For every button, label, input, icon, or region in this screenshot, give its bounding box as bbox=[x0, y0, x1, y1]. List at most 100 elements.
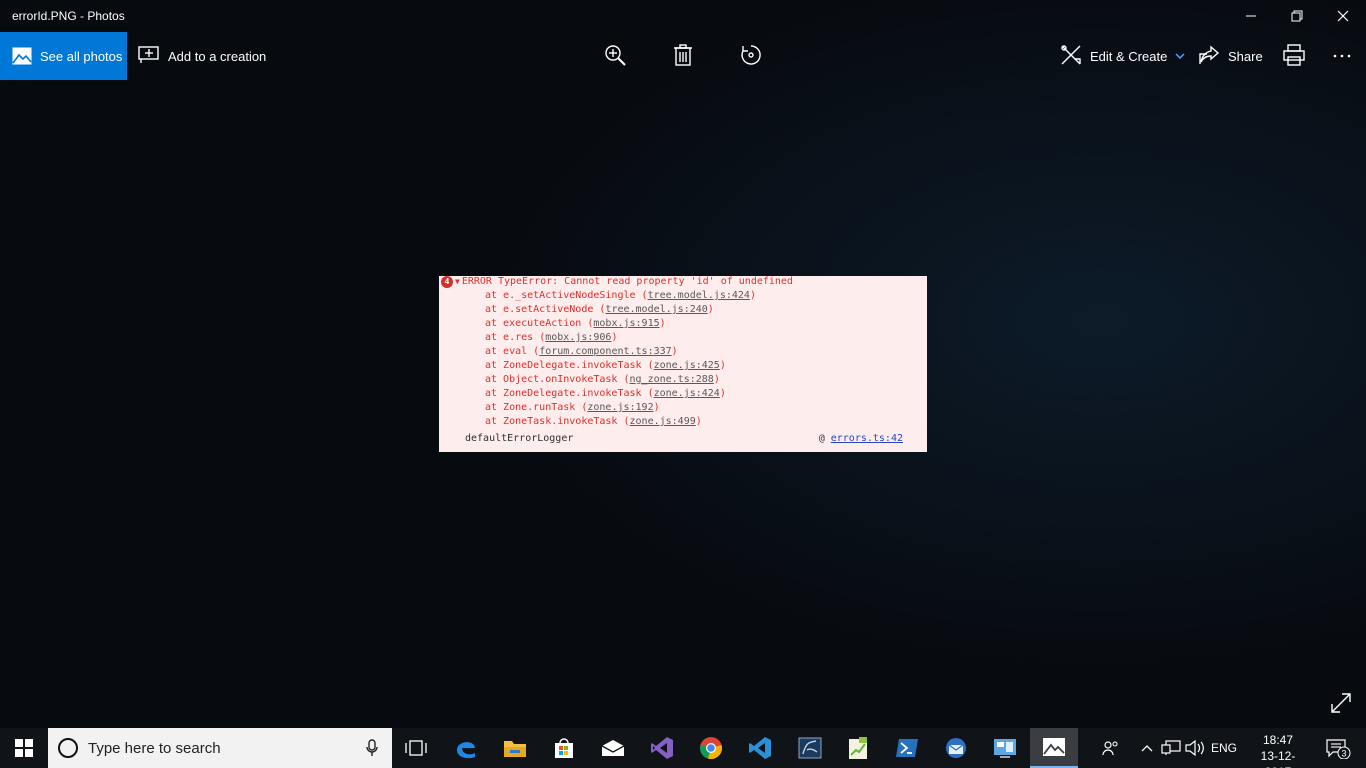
taskbar-vscode[interactable] bbox=[736, 728, 784, 768]
printer-icon bbox=[1283, 43, 1305, 69]
start-button[interactable] bbox=[0, 728, 48, 768]
thunderbird-icon bbox=[946, 738, 966, 758]
taskbar-file-explorer[interactable] bbox=[491, 728, 539, 768]
stack-function: at e.setActiveNode bbox=[485, 304, 600, 315]
photos-icon bbox=[12, 47, 32, 65]
clock-date: 13-12-2017 bbox=[1260, 749, 1296, 768]
share-label: Share bbox=[1228, 48, 1263, 64]
taskbar-sql-server[interactable] bbox=[786, 728, 834, 768]
stack-trace: at e._setActiveNodeSingle (tree.model.js… bbox=[485, 289, 756, 429]
zoom-in-icon bbox=[604, 44, 626, 69]
network-button[interactable] bbox=[1160, 728, 1182, 768]
search-placeholder: Type here to search bbox=[88, 739, 221, 757]
network-icon bbox=[1161, 740, 1181, 755]
stack-file-link[interactable]: zone.js:192 bbox=[587, 402, 653, 413]
taskbar-powershell[interactable] bbox=[883, 728, 931, 768]
rotate-button[interactable] bbox=[738, 32, 764, 80]
language-indicator[interactable]: ENG bbox=[1208, 728, 1240, 768]
notification-icon: 3 bbox=[1326, 739, 1351, 759]
volume-icon bbox=[1185, 740, 1204, 756]
chrome-icon bbox=[700, 737, 722, 759]
delete-button[interactable] bbox=[670, 32, 696, 80]
control-panel-icon bbox=[994, 739, 1016, 758]
taskbar-notepad-plus[interactable] bbox=[834, 728, 882, 768]
stack-file-link[interactable]: zone.js:425 bbox=[654, 360, 720, 371]
task-view-icon bbox=[405, 740, 427, 756]
paren: ) bbox=[707, 304, 714, 315]
minimize-icon bbox=[1246, 15, 1256, 17]
task-view-button[interactable] bbox=[392, 728, 440, 768]
taskbar-control-panel[interactable] bbox=[981, 728, 1029, 768]
error-message: ERROR TypeError: Cannot read property 'i… bbox=[461, 276, 793, 287]
stack-line: at ZoneDelegate.invokeTask (zone.js:425) bbox=[485, 359, 756, 373]
close-button[interactable] bbox=[1320, 0, 1366, 32]
see-all-photos-button[interactable]: See all photos bbox=[0, 32, 127, 80]
mail-icon bbox=[601, 740, 625, 756]
volume-button[interactable] bbox=[1184, 728, 1206, 768]
notepad-plus-icon bbox=[849, 737, 867, 759]
expand-icon bbox=[1331, 693, 1351, 713]
stack-file-link[interactable]: ng_zone.ts:288 bbox=[630, 374, 714, 385]
stack-function: at Zone.runTask bbox=[485, 402, 582, 413]
error-logger-name: defaultErrorLogger bbox=[465, 433, 574, 444]
minimize-button[interactable] bbox=[1228, 0, 1274, 32]
taskbar-chrome[interactable] bbox=[687, 728, 735, 768]
taskbar-mail[interactable] bbox=[589, 728, 637, 768]
share-button[interactable]: Share bbox=[1198, 32, 1263, 80]
paren: ) bbox=[719, 388, 726, 399]
stack-file-link[interactable]: zone.js:499 bbox=[630, 416, 696, 427]
people-button[interactable] bbox=[1098, 728, 1124, 768]
logger-at: @ bbox=[818, 433, 831, 444]
stack-line: at Object.onInvokeTask (ng_zone.ts:288) bbox=[485, 373, 756, 387]
zoom-button[interactable] bbox=[602, 32, 628, 80]
error-header: 4 ▼ ERROR TypeError: Cannot read propert… bbox=[441, 275, 793, 289]
stack-file-link[interactable]: tree.model.js:424 bbox=[648, 290, 750, 301]
taskbar-visual-studio[interactable] bbox=[638, 728, 686, 768]
taskbar-search-box[interactable]: Type here to search bbox=[48, 728, 392, 768]
notification-count: 3 bbox=[1341, 749, 1346, 759]
stack-file-link[interactable]: forum.component.ts:337 bbox=[539, 346, 671, 357]
stack-function: at ZoneDelegate.invokeTask bbox=[485, 360, 648, 371]
title-bar: errorId.PNG - Photos bbox=[0, 0, 1366, 32]
add-to-creation-button[interactable]: Add to a creation bbox=[138, 32, 266, 80]
paren: ) bbox=[611, 332, 618, 343]
taskbar-photos[interactable] bbox=[1030, 728, 1078, 768]
stack-file-link[interactable]: zone.js:424 bbox=[654, 388, 720, 399]
taskbar-store[interactable] bbox=[540, 728, 588, 768]
taskbar-edge[interactable] bbox=[442, 728, 490, 768]
rotate-icon bbox=[740, 44, 762, 69]
stack-file-link[interactable]: mobx.js:915 bbox=[593, 318, 659, 329]
stack-function: at executeAction bbox=[485, 318, 588, 329]
edit-create-button[interactable]: Edit & Create bbox=[1060, 32, 1185, 80]
photos-app: errorId.PNG - Photos See all photos Add … bbox=[0, 0, 1366, 728]
stack-file-link[interactable]: tree.model.js:240 bbox=[605, 304, 707, 315]
toolbar: See all photos Add to a creation Edit & … bbox=[0, 32, 1366, 80]
paren: ) bbox=[659, 318, 666, 329]
fullscreen-button[interactable] bbox=[1330, 692, 1352, 719]
microphone-icon[interactable] bbox=[366, 739, 378, 757]
stack-line: at e._setActiveNodeSingle (tree.model.js… bbox=[485, 289, 756, 303]
stack-function: at Object.onInvokeTask bbox=[485, 374, 624, 385]
more-button[interactable] bbox=[1330, 32, 1354, 80]
folder-icon bbox=[504, 741, 526, 757]
paren: ) bbox=[719, 360, 726, 371]
paren: ) bbox=[713, 374, 720, 385]
clock[interactable]: 18:47 13-12-2017 bbox=[1250, 732, 1306, 768]
stack-line: at ZoneTask.invokeTask (zone.js:499) bbox=[485, 415, 756, 429]
restore-button[interactable] bbox=[1274, 0, 1320, 32]
stack-line: at executeAction (mobx.js:915) bbox=[485, 317, 756, 331]
windows-logo-icon bbox=[15, 739, 33, 757]
taskbar-thunderbird[interactable] bbox=[932, 728, 980, 768]
show-hidden-icons-button[interactable] bbox=[1138, 728, 1156, 768]
stack-file-link[interactable]: mobx.js:906 bbox=[545, 332, 611, 343]
window-title: errorId.PNG - Photos bbox=[12, 9, 125, 23]
paren: ) bbox=[653, 402, 660, 413]
edit-create-label: Edit & Create bbox=[1090, 48, 1168, 64]
add-creation-icon bbox=[138, 45, 160, 67]
expand-triangle-icon: ▼ bbox=[455, 277, 460, 286]
stack-function: at ZoneTask.invokeTask bbox=[485, 416, 624, 427]
displayed-photo: 4 ▼ ERROR TypeError: Cannot read propert… bbox=[439, 276, 927, 452]
close-icon bbox=[1337, 10, 1349, 22]
print-button[interactable] bbox=[1282, 32, 1306, 80]
action-center-button[interactable]: 3 bbox=[1318, 728, 1358, 768]
